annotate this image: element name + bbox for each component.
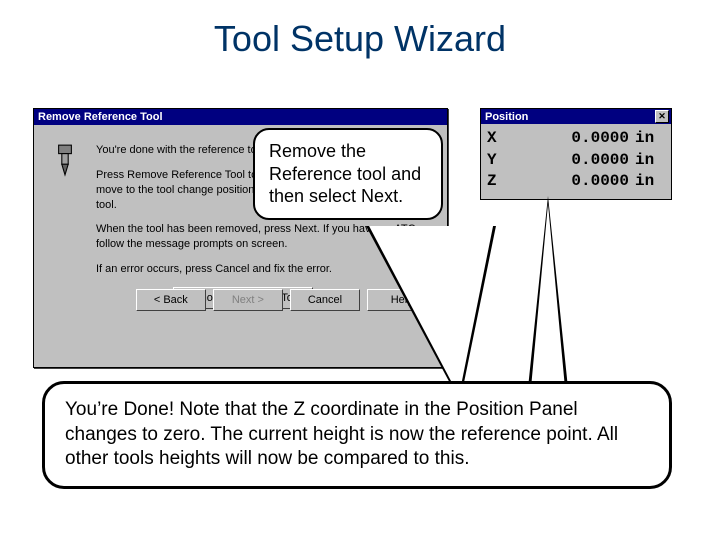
axis-label: Z [487, 171, 515, 193]
axis-unit: in [635, 150, 665, 172]
axis-label: X [487, 128, 515, 150]
axis-unit: in [635, 128, 665, 150]
tool-icon [48, 143, 82, 177]
axis-label: Y [487, 150, 515, 172]
slide-title: Tool Setup Wizard [0, 18, 720, 60]
close-icon[interactable]: ✕ [655, 110, 669, 123]
callout-remove-reference: Remove the Reference tool and then selec… [253, 128, 443, 220]
axis-unit: in [635, 171, 665, 193]
position-row-x: X 0.0000 in [487, 128, 665, 150]
cancel-button[interactable]: Cancel [290, 289, 360, 311]
back-button[interactable]: < Back [136, 289, 206, 311]
position-body: X 0.0000 in Y 0.0000 in Z 0.0000 in [481, 124, 671, 199]
axis-value: 0.0000 [515, 171, 635, 193]
next-button[interactable]: Next > [213, 289, 283, 311]
axis-value: 0.0000 [515, 150, 635, 172]
position-row-z: Z 0.0000 in [487, 171, 665, 193]
position-titlebar: Position ✕ [481, 109, 671, 124]
position-row-y: Y 0.0000 in [487, 150, 665, 172]
position-title: Position [485, 111, 528, 123]
position-panel: Position ✕ X 0.0000 in Y 0.0000 in Z 0.0… [480, 108, 672, 200]
axis-value: 0.0000 [515, 128, 635, 150]
wizard-titlebar: Remove Reference Tool [34, 109, 447, 125]
callout-done-note: You’re Done! Note that the Z coordinate … [42, 381, 672, 489]
